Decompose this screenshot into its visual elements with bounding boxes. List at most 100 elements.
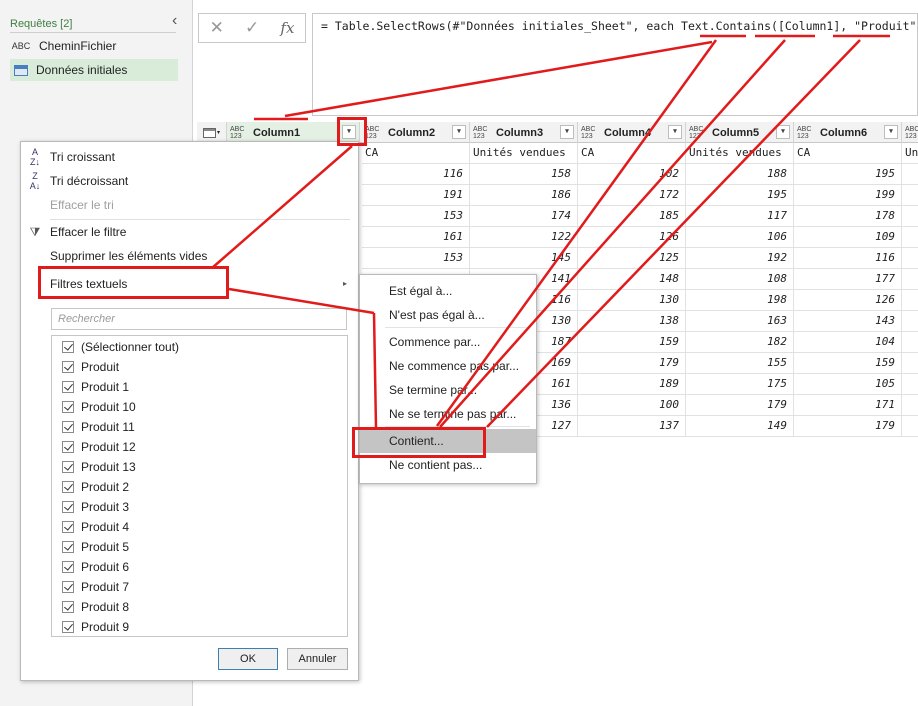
checkbox-checked-icon[interactable]	[62, 361, 74, 373]
filter-value-item[interactable]: Produit 10	[62, 397, 136, 417]
filter-value-item[interactable]: Produit 1	[62, 377, 129, 397]
checkbox-checked-icon[interactable]	[62, 541, 74, 553]
checkbox-checked-icon[interactable]	[62, 341, 74, 353]
table-cell[interactable]: 177	[794, 269, 902, 290]
filter-search-input[interactable]: Rechercher	[51, 308, 347, 330]
table-cell[interactable]	[902, 374, 918, 395]
table-cell[interactable]: Unités vendues	[686, 143, 794, 164]
column-header[interactable]: ABC 123 Column4 ▾	[578, 122, 686, 143]
table-cell[interactable]: 178	[794, 206, 902, 227]
table-cell[interactable]: 117	[686, 206, 794, 227]
table-cell[interactable]: 172	[578, 185, 686, 206]
filter-value-item[interactable]: Produit 11	[62, 417, 135, 437]
query-item-donnees-initiales[interactable]: Données initiales	[10, 59, 178, 81]
checkbox-checked-icon[interactable]	[62, 481, 74, 493]
table-cell[interactable]: 149	[686, 416, 794, 437]
table-cell[interactable]	[902, 416, 918, 437]
table-cell[interactable]: 163	[686, 311, 794, 332]
checkbox-checked-icon[interactable]	[62, 381, 74, 393]
filter-value-item[interactable]: Produit 12	[62, 437, 136, 457]
table-cell[interactable]: 145	[470, 248, 578, 269]
table-cell[interactable]: 102	[578, 164, 686, 185]
table-cell[interactable]: 188	[686, 164, 794, 185]
filter-value-item[interactable]: Produit 4	[62, 517, 129, 537]
filter-value-item[interactable]: Produit 7	[62, 577, 129, 597]
collapse-pane-icon[interactable]: ‹	[172, 12, 177, 30]
filter-value-item[interactable]: (Sélectionner tout)	[62, 337, 179, 357]
remove-empty-item[interactable]: Supprimer les éléments vides	[20, 244, 356, 268]
table-cell[interactable]: 130	[578, 290, 686, 311]
table-cell[interactable]: 125	[578, 248, 686, 269]
filter-value-item[interactable]: Produit 3	[62, 497, 129, 517]
table-cell[interactable]: 153	[362, 206, 470, 227]
fx-icon[interactable]: fx	[280, 19, 294, 37]
query-item-cheminfichier[interactable]: ABC CheminFichier	[10, 35, 178, 57]
filter-value-item[interactable]: Produit 9	[62, 617, 129, 637]
table-cell[interactable]	[902, 164, 918, 185]
text-filter-option[interactable]: Ne commence pas par...	[360, 354, 536, 378]
table-cell[interactable]: Unités vendues	[470, 143, 578, 164]
table-cell[interactable]: 195	[686, 185, 794, 206]
filter-dropdown-icon[interactable]: ▾	[668, 125, 682, 139]
filter-value-item[interactable]: Produit 13	[62, 457, 136, 477]
table-cell[interactable]: 138	[578, 311, 686, 332]
table-cell[interactable]: 159	[794, 353, 902, 374]
column-header-partial[interactable]: ABC 123	[902, 122, 918, 143]
column-header[interactable]: ABC 123 Column3 ▾	[470, 122, 578, 143]
table-cell[interactable]: CA	[794, 143, 902, 164]
table-cell[interactable]: 185	[578, 206, 686, 227]
table-cell[interactable]: 179	[686, 395, 794, 416]
sort-descending-item[interactable]: Z A↓ Tri décroissant	[20, 169, 356, 193]
table-cell[interactable]	[902, 206, 918, 227]
checkbox-checked-icon[interactable]	[62, 621, 74, 633]
table-cell[interactable]: 100	[578, 395, 686, 416]
column-header[interactable]: ABC 123 Column2 ▾	[362, 122, 470, 143]
text-filter-option[interactable]: Ne se termine pas par...	[360, 402, 536, 426]
text-filter-option[interactable]: Se termine par...	[360, 378, 536, 402]
formula-input[interactable]: = Table.SelectRows(#"Données initiales_S…	[312, 13, 918, 116]
filter-dropdown-icon[interactable]: ▾	[560, 125, 574, 139]
table-cell[interactable]: 109	[794, 227, 902, 248]
text-filter-option[interactable]: Commence par...	[360, 330, 536, 354]
checkbox-checked-icon[interactable]	[62, 441, 74, 453]
filter-dropdown-icon[interactable]: ▾	[452, 125, 466, 139]
checkbox-checked-icon[interactable]	[62, 421, 74, 433]
table-cell[interactable]	[902, 332, 918, 353]
table-cell[interactable]: 153	[362, 248, 470, 269]
filter-value-item[interactable]: Produit 5	[62, 537, 129, 557]
checkbox-checked-icon[interactable]	[62, 461, 74, 473]
table-cell[interactable]: Un	[902, 143, 918, 164]
table-cell[interactable]: 179	[794, 416, 902, 437]
column-header[interactable]: ABC 123 Column5 ▾	[686, 122, 794, 143]
checkbox-checked-icon[interactable]	[62, 561, 74, 573]
table-cell[interactable]: 191	[362, 185, 470, 206]
table-cell[interactable]: 171	[794, 395, 902, 416]
table-cell[interactable]: 198	[686, 290, 794, 311]
filter-dropdown-icon[interactable]: ▾	[776, 125, 790, 139]
table-cell[interactable]	[902, 311, 918, 332]
table-cell[interactable]	[902, 185, 918, 206]
table-cell[interactable]	[902, 248, 918, 269]
table-cell[interactable]: 148	[578, 269, 686, 290]
table-cell[interactable]: CA	[578, 143, 686, 164]
table-cell[interactable]: 158	[470, 164, 578, 185]
table-cell[interactable]: CA	[362, 143, 470, 164]
column-header[interactable]: ABC 123 Column6 ▾	[794, 122, 902, 143]
checkbox-checked-icon[interactable]	[62, 501, 74, 513]
table-cell[interactable]: 126	[794, 290, 902, 311]
table-cell[interactable]: 175	[686, 374, 794, 395]
table-cell[interactable]: 137	[578, 416, 686, 437]
clear-filter-item[interactable]: ⧩ Effacer le filtre	[20, 220, 356, 244]
table-cell[interactable]: 155	[686, 353, 794, 374]
checkbox-checked-icon[interactable]	[62, 401, 74, 413]
table-menu-icon[interactable]: ▾	[197, 122, 227, 143]
confirm-formula-icon[interactable]: ✓	[245, 18, 259, 38]
checkbox-checked-icon[interactable]	[62, 601, 74, 613]
table-cell[interactable]: 106	[686, 227, 794, 248]
table-cell[interactable]: 186	[470, 185, 578, 206]
table-cell[interactable]: 174	[470, 206, 578, 227]
checkbox-checked-icon[interactable]	[62, 521, 74, 533]
checkbox-checked-icon[interactable]	[62, 581, 74, 593]
filter-value-item[interactable]: Produit 8	[62, 597, 129, 617]
table-cell[interactable]: 143	[794, 311, 902, 332]
